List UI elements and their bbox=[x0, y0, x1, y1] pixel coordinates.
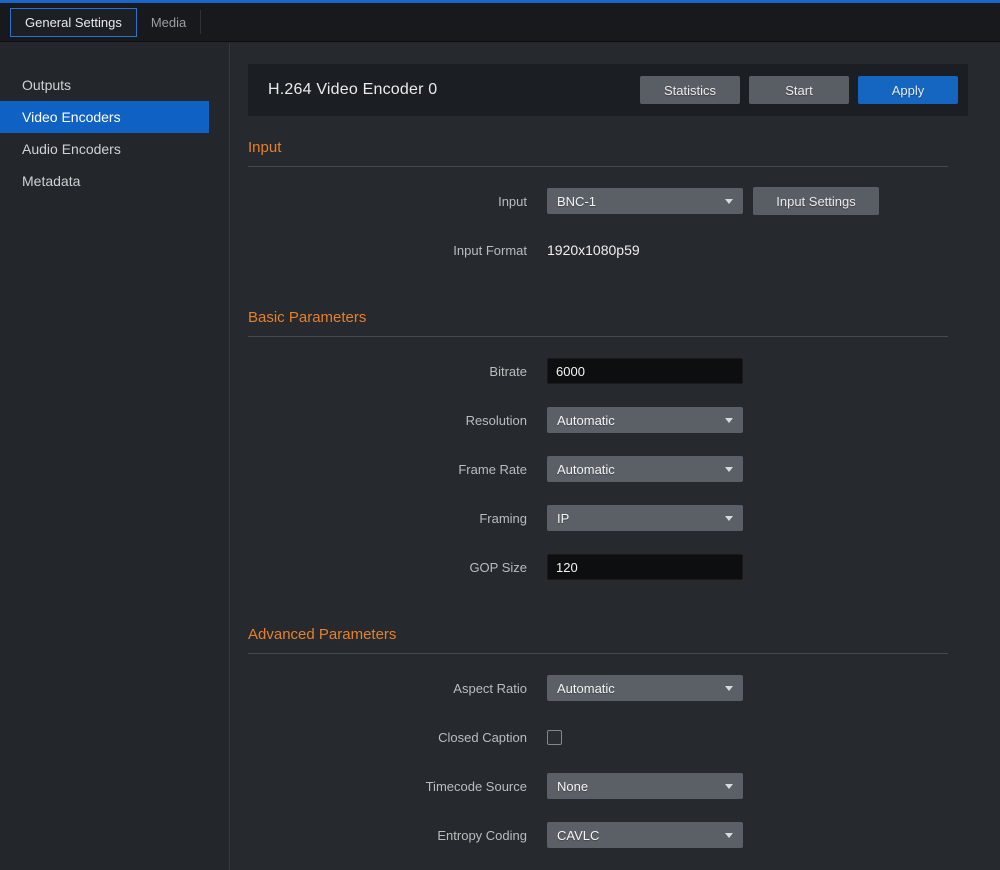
aspect-ratio-row: Aspect Ratio Automatic bbox=[248, 675, 948, 701]
sidebar: Outputs Video Encoders Audio Encoders Me… bbox=[0, 43, 230, 870]
chevron-down-icon bbox=[725, 686, 733, 691]
frame-rate-dropdown[interactable]: Automatic bbox=[547, 456, 743, 482]
apply-button[interactable]: Apply bbox=[858, 76, 958, 104]
entropy-coding-label: Entropy Coding bbox=[248, 828, 527, 843]
main-content: H.264 Video Encoder 0 Statistics Start A… bbox=[231, 43, 1000, 870]
encoder-header: H.264 Video Encoder 0 Statistics Start A… bbox=[248, 64, 968, 116]
gop-size-row: GOP Size bbox=[248, 554, 948, 580]
input-dropdown[interactable]: BNC-1 bbox=[547, 188, 743, 214]
section-divider bbox=[248, 166, 948, 167]
framing-label: Framing bbox=[248, 511, 527, 526]
aspect-ratio-label: Aspect Ratio bbox=[248, 681, 527, 696]
bitrate-row: Bitrate bbox=[248, 358, 948, 384]
input-format-value: 1920x1080p59 bbox=[547, 242, 640, 258]
input-label: Input bbox=[248, 194, 527, 209]
timecode-source-label: Timecode Source bbox=[248, 779, 527, 794]
timecode-source-dropdown[interactable]: None bbox=[547, 773, 743, 799]
start-button[interactable]: Start bbox=[749, 76, 849, 104]
chevron-down-icon bbox=[725, 784, 733, 789]
entropy-coding-row: Entropy Coding CAVLC bbox=[248, 822, 948, 848]
sidebar-item-outputs[interactable]: Outputs bbox=[0, 69, 209, 101]
aspect-ratio-dropdown-value: Automatic bbox=[557, 681, 725, 696]
framing-dropdown[interactable]: IP bbox=[547, 505, 743, 531]
closed-caption-row: Closed Caption bbox=[248, 724, 948, 750]
timecode-source-dropdown-value: None bbox=[557, 779, 725, 794]
basic-parameters-section: Basic Parameters Bitrate Resolution Auto… bbox=[248, 309, 948, 580]
closed-caption-label: Closed Caption bbox=[248, 730, 527, 745]
aspect-ratio-dropdown[interactable]: Automatic bbox=[547, 675, 743, 701]
gop-size-label: GOP Size bbox=[248, 560, 527, 575]
sidebar-item-audio-encoders[interactable]: Audio Encoders bbox=[0, 133, 209, 165]
sidebar-item-metadata[interactable]: Metadata bbox=[0, 165, 209, 197]
resolution-label: Resolution bbox=[248, 413, 527, 428]
page-title: H.264 Video Encoder 0 bbox=[268, 81, 631, 99]
gop-size-input[interactable] bbox=[547, 554, 743, 580]
resolution-row: Resolution Automatic bbox=[248, 407, 948, 433]
section-divider bbox=[248, 653, 948, 654]
chevron-down-icon bbox=[725, 199, 733, 204]
chevron-down-icon bbox=[725, 833, 733, 838]
entropy-coding-dropdown-value: CAVLC bbox=[557, 828, 725, 843]
frame-rate-row: Frame Rate Automatic bbox=[248, 456, 948, 482]
frame-rate-label: Frame Rate bbox=[248, 462, 527, 477]
section-divider bbox=[248, 336, 948, 337]
tab-media[interactable]: Media bbox=[137, 10, 201, 34]
framing-dropdown-value: IP bbox=[557, 511, 725, 526]
input-section: Input Input BNC-1 Input Settings Input F… bbox=[248, 139, 948, 263]
entropy-coding-dropdown[interactable]: CAVLC bbox=[547, 822, 743, 848]
input-dropdown-value: BNC-1 bbox=[557, 194, 725, 209]
section-title-input: Input bbox=[248, 139, 948, 156]
section-title-basic: Basic Parameters bbox=[248, 309, 948, 326]
bitrate-label: Bitrate bbox=[248, 364, 527, 379]
bitrate-input[interactable] bbox=[547, 358, 743, 384]
chevron-down-icon bbox=[725, 418, 733, 423]
advanced-parameters-section: Advanced Parameters Aspect Ratio Automat… bbox=[248, 626, 948, 848]
closed-caption-checkbox[interactable] bbox=[547, 730, 562, 745]
input-format-row: Input Format 1920x1080p59 bbox=[248, 237, 948, 263]
statistics-button[interactable]: Statistics bbox=[640, 76, 740, 104]
frame-rate-dropdown-value: Automatic bbox=[557, 462, 725, 477]
tab-general-settings[interactable]: General Settings bbox=[10, 8, 137, 37]
section-title-advanced: Advanced Parameters bbox=[248, 626, 948, 643]
resolution-dropdown-value: Automatic bbox=[557, 413, 725, 428]
sidebar-item-video-encoders[interactable]: Video Encoders bbox=[0, 101, 209, 133]
timecode-source-row: Timecode Source None bbox=[248, 773, 948, 799]
topbar: General Settings Media bbox=[0, 0, 1000, 42]
input-format-label: Input Format bbox=[248, 243, 527, 258]
chevron-down-icon bbox=[725, 467, 733, 472]
chevron-down-icon bbox=[725, 516, 733, 521]
framing-row: Framing IP bbox=[248, 505, 948, 531]
input-settings-button[interactable]: Input Settings bbox=[753, 187, 879, 215]
input-row: Input BNC-1 Input Settings bbox=[248, 188, 948, 214]
resolution-dropdown[interactable]: Automatic bbox=[547, 407, 743, 433]
